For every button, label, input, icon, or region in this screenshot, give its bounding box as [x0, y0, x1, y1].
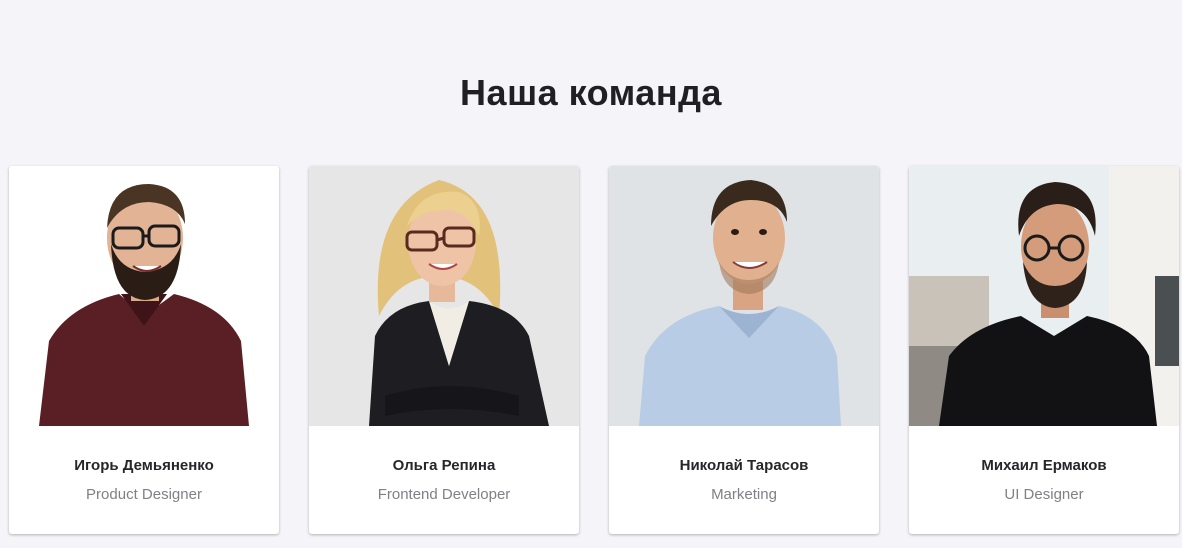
section-title: Наша команда	[460, 72, 722, 113]
team-cards: Игорь Демьяненко Product Designer Ольга …	[9, 166, 1179, 534]
team-card-1[interactable]: Игорь Демьяненко Product Designer	[9, 166, 279, 534]
team-card-3[interactable]: Николай Тарасов Marketing	[609, 166, 879, 534]
member-photo	[609, 166, 879, 426]
member-name: Игорь Демьяненко	[74, 457, 214, 474]
member-role: Frontend Developer	[377, 486, 511, 503]
member-photo	[909, 166, 1179, 426]
person-photo-icon	[909, 166, 1179, 426]
member-role: Marketing	[711, 486, 777, 503]
person-photo-icon	[9, 166, 279, 426]
team-card-4[interactable]: Михаил Ермаков UI Designer	[909, 166, 1179, 534]
team-card-2[interactable]: Ольга Репина Frontend Developer	[309, 166, 579, 534]
member-name: Михаил Ермаков	[981, 457, 1107, 474]
member-role: UI Designer	[1004, 486, 1084, 503]
team-section: Наша команда Игорь Демьяненко Product De…	[0, 0, 1182, 548]
member-name: Николай Тарасов	[679, 457, 809, 474]
member-photo	[309, 166, 579, 426]
member-role: Product Designer	[86, 486, 202, 503]
member-photo	[9, 166, 279, 426]
member-name: Ольга Репина	[392, 457, 496, 474]
person-photo-icon	[309, 166, 579, 426]
person-photo-icon	[609, 166, 879, 426]
